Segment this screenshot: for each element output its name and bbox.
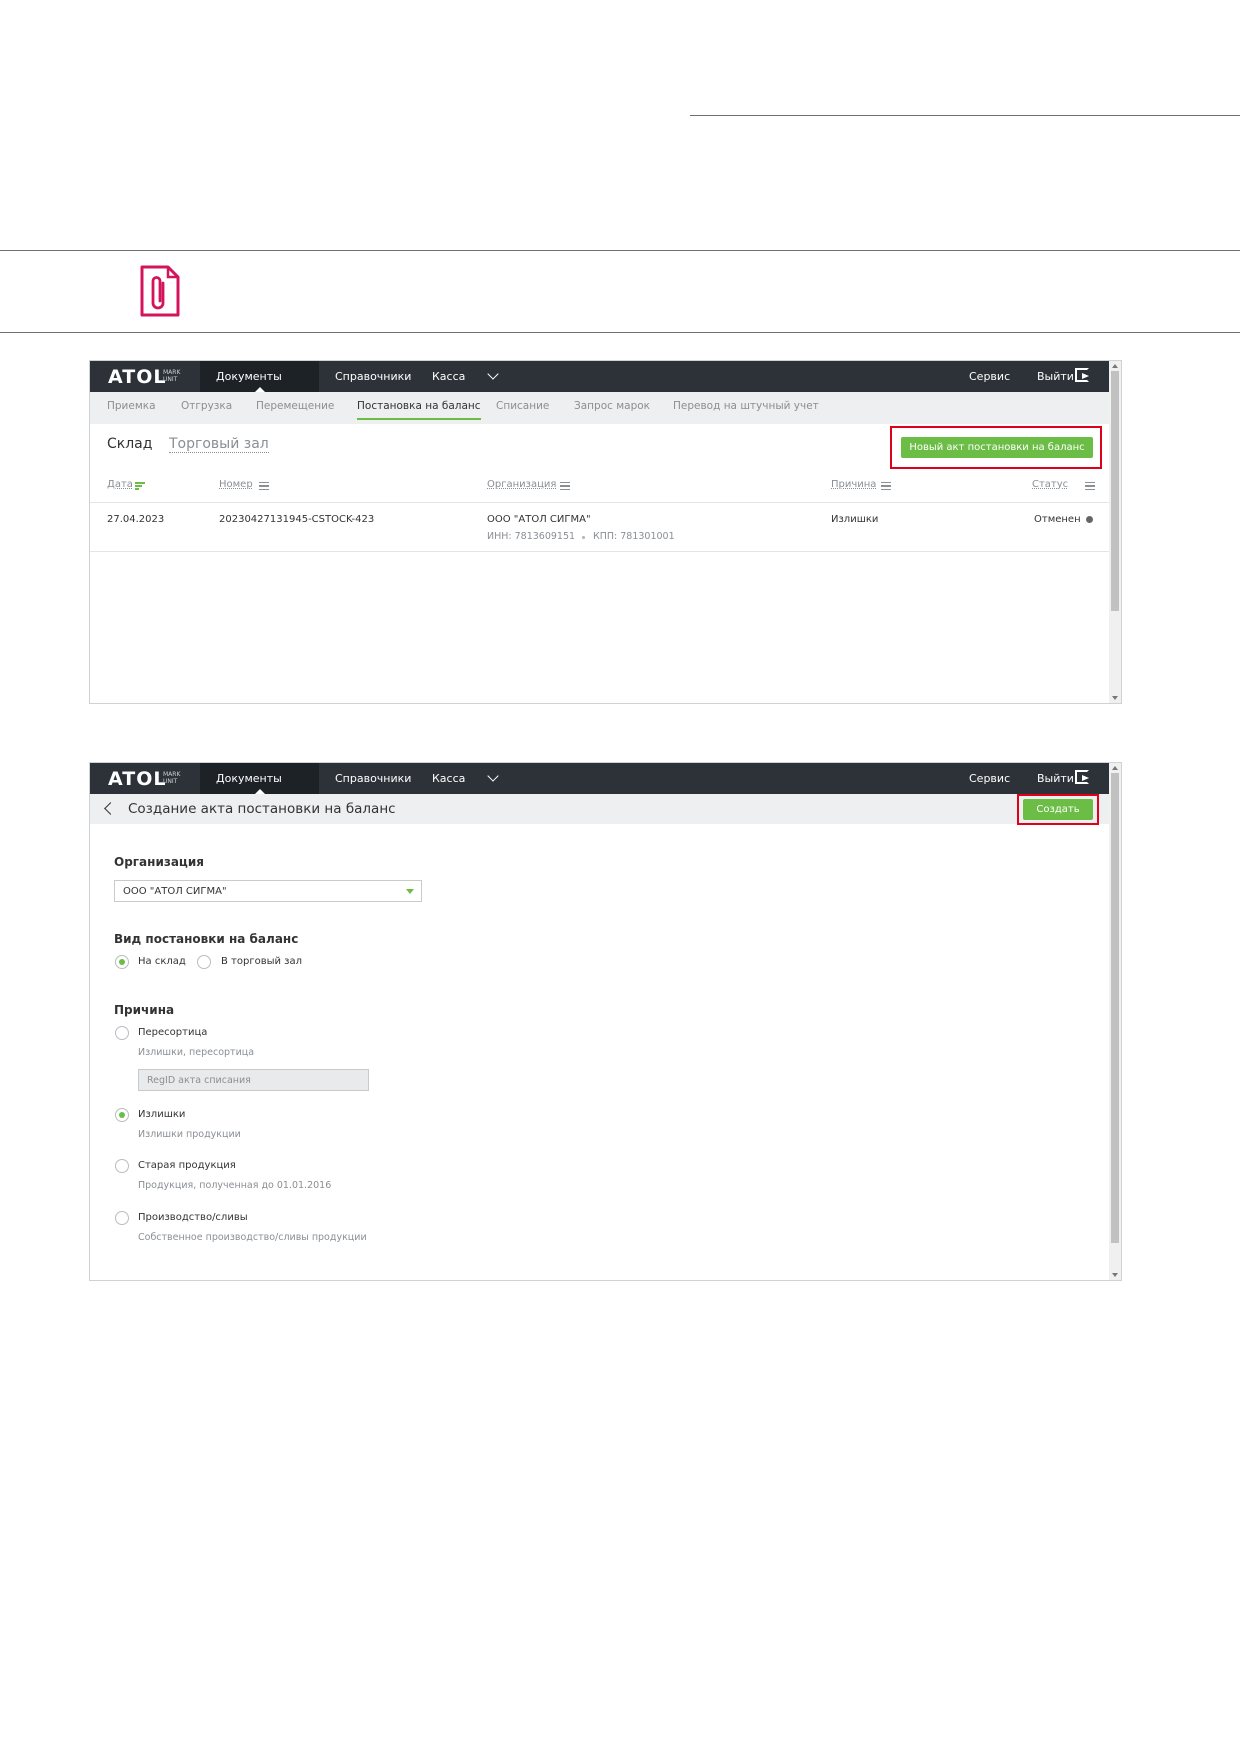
location-tab-sales-floor[interactable]: Торговый зал [169, 436, 269, 453]
organization-label: Организация [114, 855, 204, 869]
tab-mark-request[interactable]: Запрос марок [574, 400, 650, 412]
tab-balance[interactable]: Постановка на баланс [357, 400, 481, 420]
tab-shipment[interactable]: Отгрузка [181, 400, 232, 412]
tab-receiving[interactable]: Приемка [107, 400, 156, 412]
logout-icon[interactable] [1075, 770, 1089, 784]
row-kpp: КПП: 781301001 [593, 531, 675, 542]
page-title: Создание акта постановки на баланс [128, 801, 396, 817]
atol-logo: ATOL [108, 768, 167, 790]
radio-reason-production[interactable] [115, 1211, 129, 1225]
nav-egais-docs[interactable]: Документы ЕГАИС [200, 361, 319, 414]
chevron-down-icon[interactable] [487, 770, 499, 782]
organization-select-value: ООО "АТОЛ СИГМА" [123, 886, 227, 897]
tab-piece-accounting[interactable]: Перевод на штучный учет [673, 400, 819, 412]
nav-egais-docs[interactable]: Документы ЕГАИС [200, 763, 319, 816]
scroll-up-arrow-icon[interactable] [1112, 364, 1118, 368]
nav-cashbox[interactable]: Касса [416, 763, 481, 794]
column-menu-icon[interactable] [1085, 482, 1095, 490]
atol-logo: ATOL [108, 366, 167, 388]
balance-type-label: Вид постановки на баланс [114, 932, 299, 946]
tab-writeoff[interactable]: Списание [496, 400, 549, 412]
col-status[interactable]: Статус [1032, 479, 1068, 490]
note-top-rule [0, 250, 1240, 251]
reason-production-desc: Собственное производство/сливы продукции [138, 1232, 367, 1243]
column-menu-icon[interactable] [259, 482, 269, 490]
nav-directories[interactable]: Справочники [319, 763, 427, 794]
logo-subtitle: MARK UNIT [163, 771, 181, 785]
regid-input[interactable]: RegID акта списания [138, 1069, 369, 1091]
reason-surplus-desc: Излишки продукции [138, 1129, 241, 1140]
row-status: Отменен [1034, 514, 1081, 525]
sort-filter-icon[interactable] [135, 482, 145, 490]
doc-type-tabs: Приемка Отгрузка Перемещение Постановка … [90, 392, 1109, 424]
create-button[interactable]: Создать [1023, 799, 1093, 820]
column-menu-icon[interactable] [881, 482, 891, 490]
radio-reason-regrading[interactable] [115, 1026, 129, 1040]
reason-surplus-label: Излишки [138, 1109, 186, 1120]
location-tab-warehouse[interactable]: Склад [107, 436, 152, 452]
nav-cashbox[interactable]: Касса [416, 361, 481, 392]
scrollbar[interactable] [1109, 361, 1121, 703]
nav-service[interactable]: Сервис [953, 361, 1026, 392]
col-organization[interactable]: Организация [487, 479, 556, 490]
top-navbar: ATOL MARKUNIT Документы ЕГАИС Справочник… [90, 361, 1109, 414]
scroll-down-arrow-icon[interactable] [1112, 696, 1118, 700]
scroll-thumb[interactable] [1111, 371, 1119, 611]
row-divider [90, 551, 1109, 552]
radio-reason-surplus[interactable] [115, 1108, 129, 1122]
reason-production-label: Производство/сливы [138, 1212, 248, 1223]
reason-old-products-label: Старая продукция [138, 1160, 236, 1171]
table-row[interactable]: 27.04.2023 20230427131945-CSTOCK-423 ООО… [90, 503, 1109, 551]
radio-to-sales-floor-label: В торговый зал [221, 956, 303, 967]
new-balance-act-button[interactable]: Новый акт постановки на баланс [901, 437, 1093, 458]
row-reason: Излишки [831, 514, 879, 525]
row-number: 20230427131945-CSTOCK-423 [219, 514, 375, 525]
reason-regrading-desc: Излишки, пересортица [138, 1047, 255, 1058]
balance-list-window: ATOL MARKUNIT Документы ЕГАИС Справочник… [89, 360, 1122, 704]
row-inn: ИНН: 7813609151 [487, 531, 576, 542]
dropdown-arrow-icon[interactable] [406, 889, 414, 894]
logo-subtitle: MARK UNIT [163, 369, 181, 383]
col-date[interactable]: Дата [107, 479, 133, 490]
chevron-down-icon[interactable] [487, 368, 499, 380]
top-navbar: ATOL MARKUNIT Документы ЕГАИС Справочник… [90, 763, 1109, 816]
radio-to-warehouse-label: На склад [138, 956, 186, 967]
header-rule [690, 115, 1240, 116]
row-date: 27.04.2023 [107, 514, 165, 525]
logout-icon[interactable] [1075, 368, 1089, 382]
scroll-up-arrow-icon[interactable] [1112, 766, 1118, 770]
note-bottom-rule [0, 332, 1240, 333]
scroll-down-arrow-icon[interactable] [1112, 1273, 1118, 1277]
organization-select[interactable]: ООО "АТОЛ СИГМА" [114, 880, 422, 902]
reason-regrading-label: Пересортица [138, 1027, 208, 1038]
page-header: Создание акта постановки на баланс [90, 794, 1109, 824]
column-menu-icon[interactable] [560, 482, 570, 490]
reason-label: Причина [114, 1003, 175, 1017]
radio-reason-old-products[interactable] [115, 1159, 129, 1173]
row-organization: ООО "АТОЛ СИГМА" [487, 514, 591, 525]
reason-old-products-desc: Продукция, полученная до 01.01.2016 [138, 1180, 332, 1191]
nav-directories[interactable]: Справочники [319, 361, 427, 392]
paperclip-note-icon [138, 263, 182, 319]
separator-dot [582, 536, 585, 539]
col-number[interactable]: Номер [219, 479, 253, 490]
scrollbar[interactable] [1109, 763, 1121, 1280]
nav-service[interactable]: Сервис [953, 763, 1026, 794]
radio-to-sales-floor[interactable] [197, 955, 211, 969]
back-arrow-icon[interactable] [104, 802, 117, 815]
create-balance-act-window: ATOL MARKUNIT Документы ЕГАИС Справочник… [89, 762, 1122, 1281]
status-dot-icon [1086, 516, 1093, 523]
scroll-thumb[interactable] [1111, 773, 1119, 1243]
tab-transfer[interactable]: Перемещение [256, 400, 334, 412]
radio-to-warehouse[interactable] [115, 955, 129, 969]
col-reason[interactable]: Причина [831, 479, 876, 490]
